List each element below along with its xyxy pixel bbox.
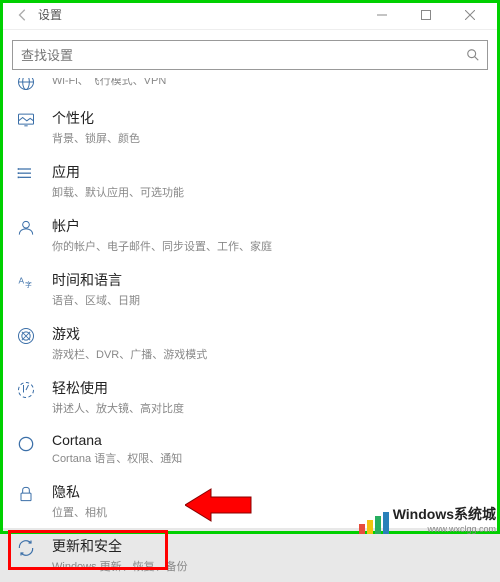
item-title: 游戏 — [52, 324, 488, 344]
update-icon — [16, 538, 36, 558]
item-title: 更新和安全 — [52, 536, 488, 556]
settings-item-apps[interactable]: 应用 卸载、默认应用、可选功能 — [0, 154, 500, 208]
privacy-icon — [16, 484, 36, 504]
item-subtitle: 你的帐户、电子邮件、同步设置、工作、家庭 — [52, 238, 488, 254]
item-subtitle: 游戏栏、DVR、广播、游戏模式 — [52, 346, 488, 362]
item-title: 应用 — [52, 162, 488, 182]
item-subtitle: 语音、区域、日期 — [52, 292, 488, 308]
item-subtitle: Cortana 语言、权限、通知 — [52, 450, 488, 466]
item-subtitle: 背景、锁屏、颜色 — [52, 130, 488, 146]
item-title: Cortana — [52, 432, 488, 448]
apps-icon — [16, 164, 36, 184]
svg-text:字: 字 — [25, 280, 32, 289]
watermark-url: www.wxclgg.com — [393, 524, 496, 534]
settings-item-network[interactable]: Wi-Fi、飞行模式、VPN — [0, 78, 500, 100]
settings-item-accounts[interactable]: 帐户 你的帐户、电子邮件、同步设置、工作、家庭 — [0, 208, 500, 262]
item-subtitle: Windows 更新、恢复、备份 — [52, 558, 488, 574]
item-title: 个性化 — [52, 108, 488, 128]
item-subtitle: Wi-Fi、飞行模式、VPN — [52, 78, 488, 88]
titlebar: 设置 — [0, 0, 500, 30]
gaming-icon — [16, 326, 36, 346]
watermark-logo — [359, 512, 389, 534]
search-container — [12, 40, 488, 70]
item-subtitle: 讲述人、放大镜、高对比度 — [52, 400, 488, 416]
settings-item-ease[interactable]: 轻松使用 讲述人、放大镜、高对比度 — [0, 370, 500, 424]
personalization-icon — [16, 110, 36, 130]
maximize-button[interactable] — [404, 0, 448, 30]
item-title: 帐户 — [52, 216, 488, 236]
settings-item-time[interactable]: A字 时间和语言 语音、区域、日期 — [0, 262, 500, 316]
cortana-icon — [16, 434, 36, 454]
item-title: 隐私 — [52, 482, 488, 502]
ease-icon — [16, 380, 36, 400]
close-button[interactable] — [448, 0, 492, 30]
back-button[interactable] — [8, 8, 38, 22]
settings-item-update[interactable]: 更新和安全 Windows 更新、恢复、备份 — [0, 528, 500, 582]
item-title: 轻松使用 — [52, 378, 488, 398]
time-icon: A字 — [16, 272, 36, 292]
search-icon — [466, 48, 480, 62]
settings-item-gaming[interactable]: 游戏 游戏栏、DVR、广播、游戏模式 — [0, 316, 500, 370]
settings-item-personalization[interactable]: 个性化 背景、锁屏、颜色 — [0, 100, 500, 154]
accounts-icon — [16, 218, 36, 238]
settings-item-cortana[interactable]: Cortana Cortana 语言、权限、通知 — [0, 424, 500, 474]
window-title: 设置 — [38, 6, 62, 23]
search-input[interactable] — [12, 40, 488, 70]
item-title: 时间和语言 — [52, 270, 488, 290]
svg-text:A: A — [19, 276, 25, 286]
watermark-title: Windows系统城 — [393, 504, 496, 524]
minimize-button[interactable] — [360, 0, 404, 30]
item-subtitle: 卸载、默认应用、可选功能 — [52, 184, 488, 200]
watermark: Windows系统城 www.wxclgg.com — [359, 504, 496, 534]
network-icon — [16, 78, 36, 92]
